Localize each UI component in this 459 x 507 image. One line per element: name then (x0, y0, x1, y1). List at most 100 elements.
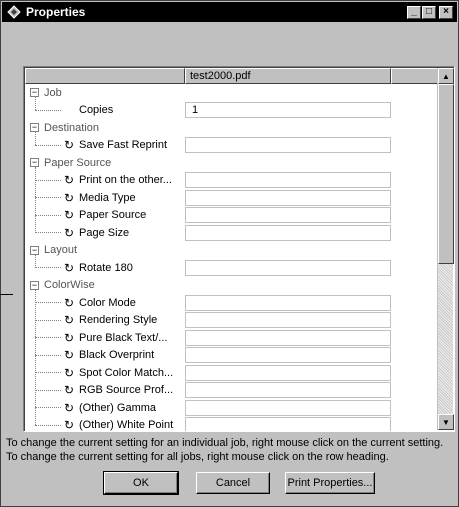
cycle-arrows-icon: ↻ (63, 190, 75, 205)
header-extra-column[interactable] (391, 68, 438, 84)
group-row[interactable]: − Destination (25, 119, 438, 137)
property-value-field[interactable] (185, 294, 391, 311)
group-label: Job (44, 86, 62, 99)
header-job-column[interactable]: test2000.pdf (185, 68, 391, 84)
tree-connector (35, 179, 61, 181)
property-row[interactable]: ↻ (Other) White Point (25, 417, 438, 431)
property-value-field[interactable] (185, 189, 391, 206)
tree-connector (35, 372, 61, 373)
property-value-field[interactable]: 1 (185, 102, 391, 119)
group-label: Paper Source (44, 156, 112, 169)
property-label[interactable]: Save Fast Reprint (79, 139, 182, 151)
tree-connector (35, 407, 61, 408)
property-value-field[interactable] (185, 329, 391, 346)
property-value-field[interactable] (185, 137, 391, 154)
property-label[interactable]: Media Type (79, 192, 182, 204)
help-text-1: To change the current setting for an ind… (6, 437, 444, 449)
property-row[interactable]: ↻ RGB Source Prof... (25, 382, 438, 400)
cycle-arrows-icon: ↻ (63, 260, 75, 275)
property-row[interactable]: ↻ Print on the other... (25, 172, 438, 190)
close-button[interactable]: × (439, 5, 453, 19)
property-value-field[interactable] (185, 259, 391, 276)
tree-connector (35, 197, 61, 198)
property-label[interactable]: Rotate 180 (79, 262, 182, 274)
property-label[interactable]: RGB Source Prof... (79, 384, 182, 396)
tree-connector (35, 302, 61, 303)
collapse-icon[interactable]: − (30, 123, 39, 133)
tree-connector (35, 232, 61, 233)
property-row[interactable]: ↻ Black Overprint (25, 347, 438, 365)
cycle-arrows-icon: ↻ (63, 400, 75, 415)
header-property-column[interactable] (25, 68, 185, 84)
collapse-icon[interactable]: − (30, 245, 39, 255)
property-row[interactable]: ↻ Save Fast Reprint (25, 137, 438, 155)
scroll-thumb[interactable] (438, 84, 454, 264)
collapse-icon[interactable]: − (30, 280, 39, 290)
property-row[interactable]: ↻ Rendering Style (25, 312, 438, 330)
property-label[interactable]: Page Size (79, 227, 182, 239)
tree-connector (35, 354, 61, 356)
minimize-button[interactable]: _ (407, 5, 421, 19)
cancel-button[interactable]: Cancel (196, 472, 270, 494)
cycle-arrows-icon: ↻ (63, 208, 75, 223)
property-value-field[interactable] (185, 417, 391, 431)
property-label[interactable]: Color Mode (79, 297, 182, 309)
title-bar[interactable]: Properties _ □ × (2, 2, 457, 22)
property-row[interactable]: ↻ Page Size (25, 224, 438, 242)
tree-connector (35, 214, 61, 216)
collapse-icon[interactable]: − (30, 158, 39, 168)
maximize-button[interactable]: □ (422, 5, 436, 19)
scroll-up-icon[interactable]: ▲ (438, 68, 454, 84)
property-value-field[interactable] (185, 312, 391, 329)
window-title: Properties (26, 5, 86, 19)
property-value-field[interactable] (185, 172, 391, 189)
property-label[interactable]: Print on the other... (79, 174, 182, 186)
property-row[interactable]: Copies 1 (25, 102, 438, 120)
property-label[interactable]: Copies (79, 104, 182, 116)
property-value-field[interactable] (185, 207, 391, 224)
ok-button[interactable]: OK (103, 471, 179, 495)
callout-line (0, 294, 13, 295)
property-value-field[interactable] (185, 382, 391, 399)
property-row[interactable]: ↻ Color Mode (25, 294, 438, 312)
scroll-down-icon[interactable]: ▼ (438, 414, 454, 430)
help-text-2: To change the current setting for all jo… (6, 451, 389, 463)
print-properties-button[interactable]: Print Properties... (285, 472, 375, 494)
property-label[interactable]: Spot Color Match... (79, 367, 182, 379)
group-row[interactable]: − Paper Source (25, 154, 438, 172)
cycle-arrows-icon: ↻ (63, 313, 75, 328)
property-value-field[interactable] (185, 399, 391, 416)
tree-connector (35, 144, 61, 146)
tree-vertical-line (35, 289, 36, 425)
property-row[interactable]: ↻ Paper Source (25, 207, 438, 225)
property-label[interactable]: Pure Black Text/... (79, 332, 182, 344)
tree-connector (35, 109, 61, 111)
grid-header: test2000.pdf (25, 68, 438, 84)
property-value-field[interactable] (185, 347, 391, 364)
property-value-field[interactable] (185, 364, 391, 381)
property-row[interactable]: ↻ Media Type (25, 189, 438, 207)
group-row[interactable]: − Layout (25, 242, 438, 260)
cycle-arrows-icon: ↻ (63, 383, 75, 398)
property-label[interactable]: (Other) Gamma (79, 402, 182, 414)
tree-connector (35, 319, 61, 321)
property-value-field[interactable] (185, 224, 391, 241)
tree-connector (35, 337, 61, 338)
cycle-arrows-icon: ↻ (63, 173, 75, 188)
group-row[interactable]: − Job (25, 84, 438, 102)
property-row[interactable]: ↻ Pure Black Text/... (25, 329, 438, 347)
property-row[interactable]: ↻ Rotate 180 (25, 259, 438, 277)
tree-vertical-line (35, 167, 36, 233)
properties-grid: test2000.pdf − Job Copies 1− Destination ↻ Sav… (23, 66, 455, 432)
vertical-scrollbar[interactable]: ▲ ▼ (437, 68, 454, 430)
property-label[interactable]: (Other) White Point (79, 419, 182, 431)
property-row[interactable]: ↻ (Other) Gamma (25, 399, 438, 417)
tree-connector (35, 389, 61, 391)
property-label[interactable]: Rendering Style (79, 314, 182, 326)
property-label[interactable]: Paper Source (79, 209, 182, 221)
group-row[interactable]: − ColorWise (25, 277, 438, 295)
property-label[interactable]: Black Overprint (79, 349, 182, 361)
collapse-icon[interactable]: − (30, 88, 39, 98)
cycle-arrows-icon: ↻ (63, 330, 75, 345)
property-row[interactable]: ↻ Spot Color Match... (25, 364, 438, 382)
